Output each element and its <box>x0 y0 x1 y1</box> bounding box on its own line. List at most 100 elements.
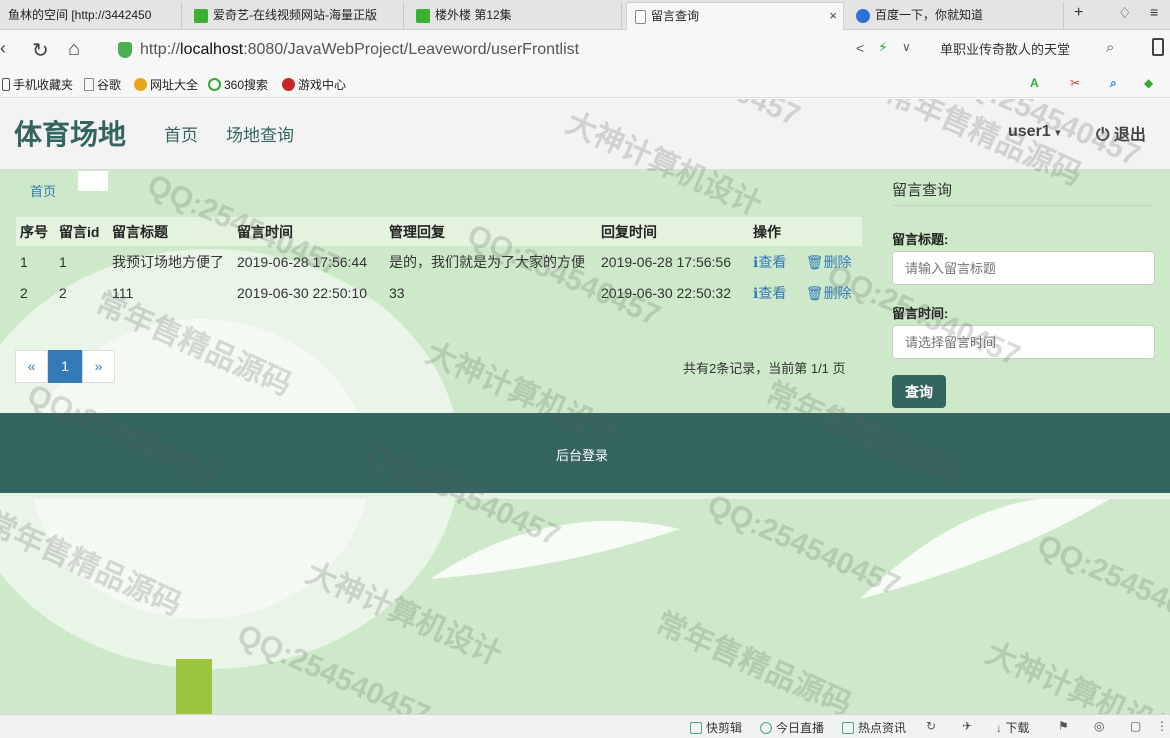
bookmark-360search[interactable]: 360搜索 <box>208 76 268 93</box>
bookmark-games[interactable]: 游戏中心 <box>282 76 346 93</box>
browser-tab-3[interactable]: 楼外楼 第12集 <box>408 2 622 30</box>
bookmark-label: 网址大全 <box>150 78 199 92</box>
delete-label: 删除 <box>823 253 852 270</box>
delete-link[interactable]: 🗑删除 <box>806 254 852 270</box>
delete-link[interactable]: 🗑删除 <box>806 285 852 301</box>
refresh-small-icon[interactable]: ↻ <box>926 719 936 733</box>
divider <box>892 205 1154 206</box>
bolt-icon[interactable]: ⚡ <box>878 39 888 56</box>
cell-actions: ℹ查看 🗑删除 <box>749 246 862 277</box>
scissors-icon[interactable]: ✂ <box>1070 76 1080 90</box>
trash-icon: 🗑 <box>805 284 824 301</box>
admin-login-link[interactable]: 后台登录 <box>556 445 608 464</box>
time-label: 留言时间: <box>892 306 949 321</box>
share-icon[interactable]: < <box>856 40 864 56</box>
address-bar: ‹ ↻ ⌂ http://localhost:8080/JavaWebProje… <box>0 30 1170 70</box>
home-icon[interactable]: ⌂ <box>68 38 80 61</box>
site-brand[interactable]: 体育场地 <box>14 113 126 153</box>
bookmark-google[interactable]: 谷歌 <box>84 76 121 93</box>
translate-icon[interactable]: A <box>1030 76 1039 90</box>
cell-reply: 是的，我们就是为了大家的方便 <box>389 253 585 270</box>
close-tab-icon[interactable]: × <box>829 3 837 29</box>
mobile-icon <box>2 78 10 91</box>
page-icon <box>635 9 646 24</box>
logout-button[interactable]: ⏻ 退出 <box>1096 121 1146 145</box>
back-icon[interactable]: ‹ <box>0 38 6 59</box>
table-row: 1 1 我预订场地方便了 2019-06-28 17:56:44 是的，我们就是… <box>16 246 862 277</box>
message-table: 序号 留言id 留言标题 留言时间 管理回复 回复时间 操作 1 1 我预订场地… <box>16 217 862 308</box>
iqiyi-icon <box>194 8 208 23</box>
gamepad-icon[interactable]: ◆ <box>1144 76 1153 90</box>
bookmark-nav[interactable]: 网址大全 <box>134 76 198 93</box>
prev-page-button[interactable]: « <box>15 350 48 383</box>
cell-id: 1 <box>59 253 67 270</box>
url-field[interactable]: http://localhost:8080/JavaWebProject/Lea… <box>114 36 924 64</box>
breadcrumb-box <box>78 171 108 191</box>
col-header: 留言标题 <box>108 217 233 246</box>
nav-venue-search-link[interactable]: 场地查询 <box>226 121 294 146</box>
col-header: 操作 <box>749 217 862 246</box>
user-menu[interactable]: user1 ▾ <box>1008 123 1061 141</box>
caret-down-icon: ▾ <box>1055 127 1061 139</box>
next-page-button[interactable]: » <box>82 350 115 383</box>
phone-icon[interactable] <box>1152 38 1164 56</box>
page-icon <box>84 78 94 91</box>
view-link[interactable]: ℹ查看 <box>753 285 786 301</box>
url-scheme: http:// <box>140 41 181 58</box>
col-header: 序号 <box>16 217 55 246</box>
status-download[interactable]: ↓ 下载 <box>996 719 1029 736</box>
cell-time: 2019-06-28 17:56:44 <box>237 253 367 270</box>
table-row: 2 2 111 2019-06-30 22:50:10 33 2019-06-3… <box>16 277 862 308</box>
pin-icon[interactable]: ✈ <box>962 719 972 733</box>
360-icon <box>208 78 221 91</box>
menu-icon[interactable]: ≡ <box>1150 4 1158 20</box>
cell-actions: ℹ查看 🗑删除 <box>749 277 862 308</box>
refresh-icon[interactable]: ↻ <box>32 38 49 63</box>
status-quick-clip[interactable]: 快剪辑 <box>690 719 742 736</box>
query-button[interactable]: 查询 <box>892 375 946 408</box>
tab-title: 留言查询 <box>651 9 700 23</box>
tab-title: 楼外楼 第12集 <box>435 8 512 22</box>
page-1-button[interactable]: 1 <box>48 350 82 383</box>
browser-tab-bar: 鱼林的空间 [http://3442450 爱奇艺-在线视频网站-海量正版 楼外… <box>0 0 1170 30</box>
flag-icon[interactable]: ⚑ <box>1058 719 1069 733</box>
search-input[interactable]: 单职业传奇散人的天堂 <box>928 36 1128 64</box>
cell-reply-time: 2019-06-28 17:56:56 <box>601 253 731 270</box>
time-search-input[interactable] <box>892 325 1155 359</box>
more-icon[interactable]: ⋮ <box>1156 719 1168 733</box>
bookmark-mobile-favorites[interactable]: 手机收藏夹 <box>2 76 73 93</box>
chevron-down-icon[interactable]: ∨ <box>902 40 911 54</box>
news-icon <box>842 722 854 734</box>
browser-tab-1[interactable]: 鱼林的空间 [http://3442450 <box>0 2 182 30</box>
site-navbar: 体育场地 首页 场地查询 user1 ▾ ⏻ 退出 <box>0 99 1170 170</box>
record-summary: 共有2条记录，当前第 1/1 页 <box>683 361 846 376</box>
title-search-input[interactable] <box>892 251 1155 285</box>
tab-title: 百度一下，你就知道 <box>875 8 984 22</box>
tab-title: 爱奇艺-在线视频网站-海量正版 <box>213 8 377 22</box>
breadcrumb[interactable]: 首页 <box>30 181 56 200</box>
download-icon: ↓ <box>996 721 1002 735</box>
status-news[interactable]: 热点资讯 <box>842 719 906 736</box>
play-icon <box>760 722 772 734</box>
magnifier-icon[interactable]: ⌕ <box>1110 76 1117 91</box>
status-label: 热点资讯 <box>858 721 907 735</box>
bookmark-label: 游戏中心 <box>298 78 347 92</box>
new-tab-button[interactable]: + <box>1074 4 1083 22</box>
table-header-row: 序号 留言id 留言标题 留言时间 管理回复 回复时间 操作 <box>16 217 862 246</box>
search-icon[interactable]: ⌕ <box>1106 39 1114 56</box>
nav-home-link[interactable]: 首页 <box>164 121 198 146</box>
cell-no: 2 <box>20 284 28 301</box>
view-link[interactable]: ℹ查看 <box>753 254 786 270</box>
browser-tab-5[interactable]: 百度一下，你就知道 <box>848 2 1064 30</box>
browser-tab-2[interactable]: 爱奇艺-在线视频网站-海量正版 <box>186 2 404 30</box>
browser-status-bar: 快剪辑 今日直播 热点资讯 ↻ ✈ ↓ 下载 ⚑ ◎ ▢ ⋮ <box>0 714 1170 738</box>
power-icon: ⏻ <box>1096 125 1110 144</box>
clean-icon[interactable]: ◎ <box>1094 719 1104 733</box>
url-host: localhost <box>180 41 244 58</box>
username: user1 <box>1008 123 1051 140</box>
window-icon[interactable]: ▢ <box>1130 719 1141 733</box>
shirt-icon[interactable]: ♢ <box>1118 4 1131 22</box>
status-live[interactable]: 今日直播 <box>760 719 824 736</box>
browser-tab-active[interactable]: 留言查询 × <box>626 2 844 30</box>
col-header: 留言时间 <box>233 217 385 246</box>
